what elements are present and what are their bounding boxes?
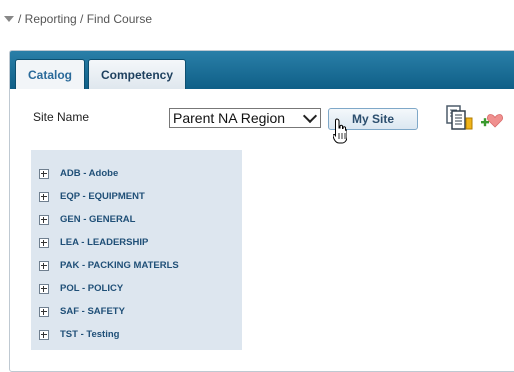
breadcrumb: / Reporting / Find Course [4,10,152,28]
copy-documents-icon[interactable] [445,105,475,131]
tree-item-label[interactable]: EQP - EQUIPMENT [60,191,145,202]
expand-plus-icon[interactable] [39,330,49,340]
expand-plus-icon[interactable] [39,192,49,202]
tree-item-label[interactable]: TST - Testing [60,329,119,340]
expand-plus-icon[interactable] [39,261,49,271]
site-name-select[interactable]: Parent NA Region [169,108,321,128]
expand-plus-icon[interactable] [39,284,49,294]
tab-catalog[interactable]: Catalog [15,59,85,89]
tree-item-label[interactable]: LEA - LEADERSHIP [60,237,148,248]
add-favorite-icon[interactable] [480,111,504,129]
hand-pointer-icon [333,118,347,144]
tree-item-label[interactable]: SAF - SAFETY [60,306,125,317]
expand-plus-icon[interactable] [39,169,49,179]
breadcrumb-text: / Reporting / Find Course [18,12,153,26]
tree-item-label[interactable]: PAK - PACKING MATERLS [60,260,179,271]
catalog-tree: ADB - Adobe EQP - EQUIPMENT GEN - GENERA… [31,150,242,350]
expand-plus-icon[interactable] [39,238,49,248]
tab-competency[interactable]: Competency [88,59,186,89]
site-name-selected: Parent NA Region [173,110,286,126]
collapse-triangle-icon[interactable] [4,16,14,22]
expand-plus-icon[interactable] [39,215,49,225]
expand-plus-icon[interactable] [39,307,49,317]
tree-item-label[interactable]: GEN - GENERAL [60,214,135,225]
tree-item-label[interactable]: POL - POLICY [60,283,123,294]
tree-item-label[interactable]: ADB - Adobe [60,168,118,179]
site-name-label: Site Name [33,110,90,124]
chevron-down-icon [302,108,318,124]
tab-bar: Catalog Competency [10,51,514,89]
